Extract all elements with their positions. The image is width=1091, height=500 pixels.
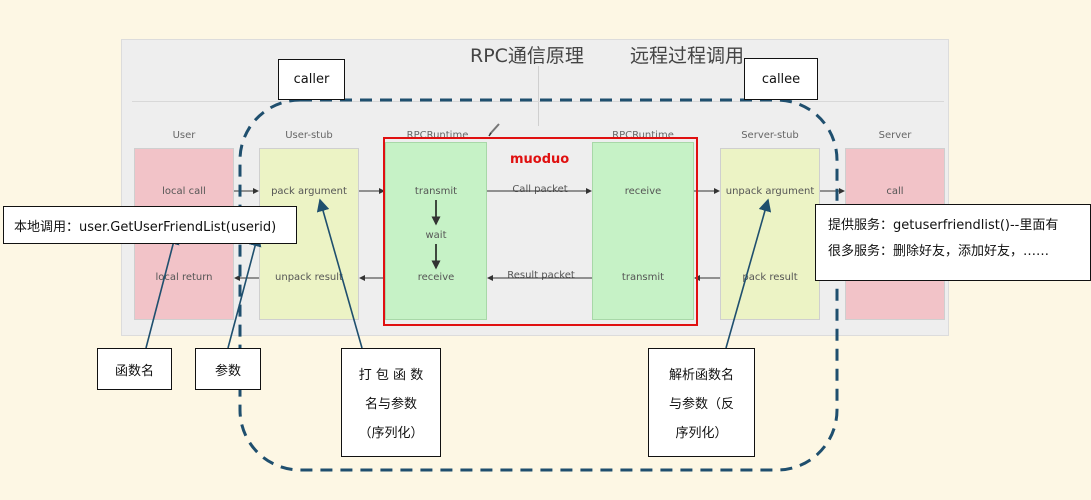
unpack-note-line1: 解析函数名 (668, 368, 734, 383)
local-call-note: 本地调用：user.GetUserFriendList(userid) (3, 206, 297, 244)
service-note-line1: 提供服务：getuserfriendlist()--里面有 (828, 218, 1059, 233)
arrow-unpack-note (725, 198, 772, 349)
arrow-funcname-note (145, 231, 180, 349)
service-note: 提供服务：getuserfriendlist()--里面有 很多服务：删除好友，… (815, 204, 1091, 281)
caller-label: caller (278, 59, 345, 100)
arrow-params-note (227, 233, 262, 349)
pack-note-line3: （序列化） (358, 426, 424, 441)
pack-note-line2: 名与参数 (364, 397, 417, 412)
unpack-note-line2: 与参数（反 (668, 397, 734, 412)
pen-icon (488, 123, 500, 137)
unpack-note-line3: 序列化） (675, 426, 728, 441)
arrow-pack-note (316, 198, 363, 349)
pack-note: 打 包 函 数 名与参数 （序列化） (341, 348, 441, 457)
func-name-note: 函数名 (97, 348, 172, 390)
muoduo-label: muoduo (510, 152, 570, 167)
callee-label: callee (744, 58, 818, 100)
params-note: 参数 (195, 348, 261, 390)
pack-note-line1: 打 包 函 数 (358, 368, 424, 383)
service-note-line2: 很多服务：删除好友，添加好友，…… (828, 244, 1050, 259)
unpack-note: 解析函数名 与参数（反 序列化） (648, 348, 755, 457)
